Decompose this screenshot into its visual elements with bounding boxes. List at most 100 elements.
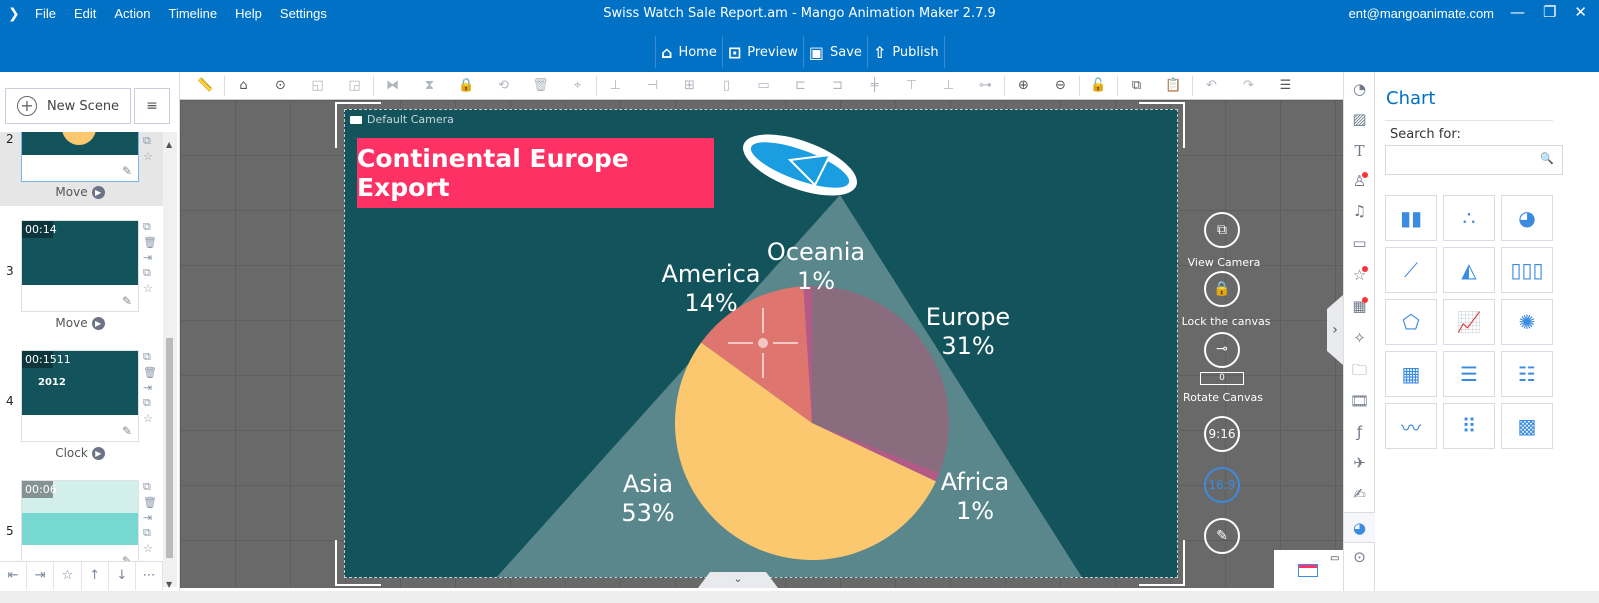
more-icon[interactable]: ⊙ <box>1344 548 1375 566</box>
new-scene-button[interactable]: + New Scene <box>5 88 131 124</box>
favorite-icon[interactable]: ☆ <box>143 542 157 555</box>
align-h-center-icon[interactable]: ⊣ <box>634 78 671 93</box>
scene-item[interactable]: 3 00:14 ✎ ⧉ 🗑 ⇥ ⧉ ☆ Move ▶ <box>0 220 163 340</box>
delete-icon[interactable]: 🗑 <box>143 496 157 509</box>
move-down-icon[interactable]: ↓ <box>109 562 136 590</box>
chart-type-area[interactable]: ◭ <box>1443 247 1495 293</box>
text-icon[interactable]: T <box>1344 142 1375 160</box>
chart-type-radar[interactable]: ⬠ <box>1385 299 1437 345</box>
scene-scrollbar[interactable]: ▲ ▼ <box>163 132 177 589</box>
flip-icon[interactable]: ⧓ <box>374 78 411 93</box>
scene-item[interactable]: 5 00:06 ✎ ⧉ 🗑 ⇥ ⧉ ☆ <box>0 480 163 562</box>
chart-type-multi-line[interactable]: 〰 <box>1385 403 1437 449</box>
view-camera-button[interactable]: ⧉ <box>1204 212 1240 248</box>
chart-type-line[interactable]: ⟋ <box>1385 247 1437 293</box>
folder-icon[interactable]: 🗀 <box>1344 360 1375 385</box>
minimize-icon[interactable]: — <box>1510 3 1525 21</box>
send-backward-icon[interactable]: ◲ <box>336 78 373 93</box>
home-button[interactable]: ⌂ Home <box>655 36 722 68</box>
anchor-crosshair[interactable] <box>728 308 798 378</box>
stage[interactable]: Default Camera Continental Europe Export… <box>180 100 1343 588</box>
align-top-icon[interactable]: ⊤ <box>893 78 930 93</box>
plane-icon[interactable]: ✈ <box>1344 454 1375 472</box>
scene-sort-button[interactable]: ≡ <box>134 88 170 124</box>
music-icon[interactable]: ♫ <box>1344 202 1375 220</box>
favorite-icon[interactable]: ☆ <box>143 150 153 163</box>
close-icon[interactable]: ✕ <box>1574 3 1587 21</box>
copy-icon[interactable]: ⧉ <box>1118 78 1155 93</box>
paste-icon[interactable]: 📋 <box>1155 78 1192 93</box>
scene-transition[interactable]: Clock ▶ <box>21 446 139 460</box>
scene-thumbnail[interactable]: ✎ <box>21 132 139 182</box>
chart-type-heatmap[interactable]: ▩ <box>1501 403 1553 449</box>
scene-transition[interactable]: Move ▶ <box>21 316 139 330</box>
scene-item[interactable]: 4 00:1511 2012 ✎ ⧉ 🗑 ⇥ ⧉ ☆ Clock ▶ <box>0 350 163 470</box>
star-icon[interactable]: ☆ <box>54 562 82 590</box>
more-icon[interactable]: ⊙ <box>262 78 299 93</box>
favorite-icon[interactable]: ☆ <box>143 412 157 425</box>
chart-type-dot-plot[interactable]: ⠿ <box>1443 403 1495 449</box>
chart-type-sunburst[interactable]: ✺ <box>1501 299 1553 345</box>
character-edit-icon[interactable]: ✍ <box>1344 485 1375 503</box>
duplicate-icon[interactable]: ⧉ <box>143 526 157 540</box>
scene-thumbnail[interactable]: 00:06 ✎ <box>21 480 139 562</box>
chart-type-horizontal-bar[interactable]: ☰ <box>1443 351 1495 397</box>
move-up-icon[interactable]: ↑ <box>82 562 109 590</box>
photo-icon[interactable]: ▦ <box>1344 297 1375 315</box>
edit-icon[interactable]: ✎ <box>122 164 132 178</box>
character-icon[interactable]: ♙ <box>1344 172 1375 190</box>
chart-type-scatter[interactable]: ∴ <box>1443 195 1495 241</box>
undo-icon[interactable]: ↶ <box>1193 78 1230 93</box>
user-email[interactable]: ent@mangoanimate.com <box>1349 6 1494 21</box>
video-icon[interactable]: 🎞 <box>1344 392 1375 410</box>
home-icon[interactable]: ⌂ <box>225 78 262 93</box>
search-input[interactable]: 🔍 <box>1385 145 1563 175</box>
scene-thumbnail[interactable]: 00:1511 2012 ✎ <box>21 350 139 442</box>
copy-icon[interactable]: ⧉ <box>143 220 157 234</box>
speech-bubble-icon[interactable]: ▭ <box>1344 234 1375 252</box>
redo-icon[interactable]: ↷ <box>1230 78 1267 93</box>
scene-transition[interactable]: Move ▶ <box>21 185 139 199</box>
align-bottom-icon[interactable]: ⊥ <box>930 78 967 93</box>
edit-canvas-button[interactable]: ✎ <box>1204 518 1240 554</box>
distribute-h-icon[interactable]: ▭ <box>745 78 782 93</box>
duplicate-icon[interactable]: ⧉ <box>143 396 157 410</box>
ruler-icon[interactable]: 📏 <box>187 78 224 93</box>
timeline-settings-icon[interactable]: ☰ <box>1267 78 1304 93</box>
mirror-icon[interactable]: ⧗ <box>411 78 448 93</box>
export-icon[interactable]: ⇥ <box>143 381 157 394</box>
rotate-dial[interactable]: ⊸ <box>1204 332 1240 368</box>
copy-icon[interactable]: ⧉ <box>143 480 157 494</box>
lock-location-icon[interactable]: ⌖ <box>559 78 596 93</box>
publish-button[interactable]: ⇧ Publish <box>866 36 945 68</box>
chart-type-stacked-bar[interactable]: ▯▯▯ <box>1501 247 1553 293</box>
export-icon[interactable]: ⇥ <box>27 562 55 590</box>
ratio-9-16-button[interactable]: 9:16 <box>1204 416 1240 452</box>
edit-icon[interactable]: ✎ <box>122 294 132 308</box>
more-icon[interactable]: ⋯ <box>136 562 164 590</box>
bring-forward-icon[interactable]: ◱ <box>299 78 336 93</box>
chart-type-pie[interactable]: ◕ <box>1501 195 1553 241</box>
lock-icon[interactable]: 🔒 <box>448 78 485 93</box>
lock-canvas-icon[interactable]: 🔓 <box>1080 78 1117 93</box>
export-icon[interactable]: ⇥ <box>143 251 157 264</box>
import-icon[interactable]: ⇤ <box>0 562 28 590</box>
restore-icon[interactable]: ❐ <box>1543 3 1556 21</box>
effects-icon[interactable]: ✧ <box>1344 329 1375 347</box>
chart-icon[interactable]: ◕ <box>1344 512 1375 543</box>
scene-item[interactable]: 2 ✎ ⧉ ☆ Move ▶ <box>0 132 163 206</box>
chart-type-combo[interactable]: 📈 <box>1443 299 1495 345</box>
distribute-v-icon[interactable]: ▯ <box>708 78 745 93</box>
sticker-icon[interactable]: ☆ <box>1344 266 1375 284</box>
save-button[interactable]: ▣ Save <box>802 36 867 68</box>
delete-icon[interactable]: 🗑 <box>522 78 559 93</box>
chart-type-table[interactable]: ▦ <box>1385 351 1437 397</box>
align-left-icon[interactable]: ⊏ <box>782 78 819 93</box>
rotate-input[interactable]: 0 <box>1200 372 1244 385</box>
favorite-icon[interactable]: ☆ <box>143 282 157 295</box>
align-center-icon[interactable]: ╪ <box>856 78 893 93</box>
align-right-icon[interactable]: ⊐ <box>819 78 856 93</box>
duplicate-icon[interactable]: ⧉ <box>143 134 153 148</box>
lock-canvas-button[interactable]: 🔒 <box>1204 271 1240 307</box>
export-icon[interactable]: ⇥ <box>143 511 157 524</box>
